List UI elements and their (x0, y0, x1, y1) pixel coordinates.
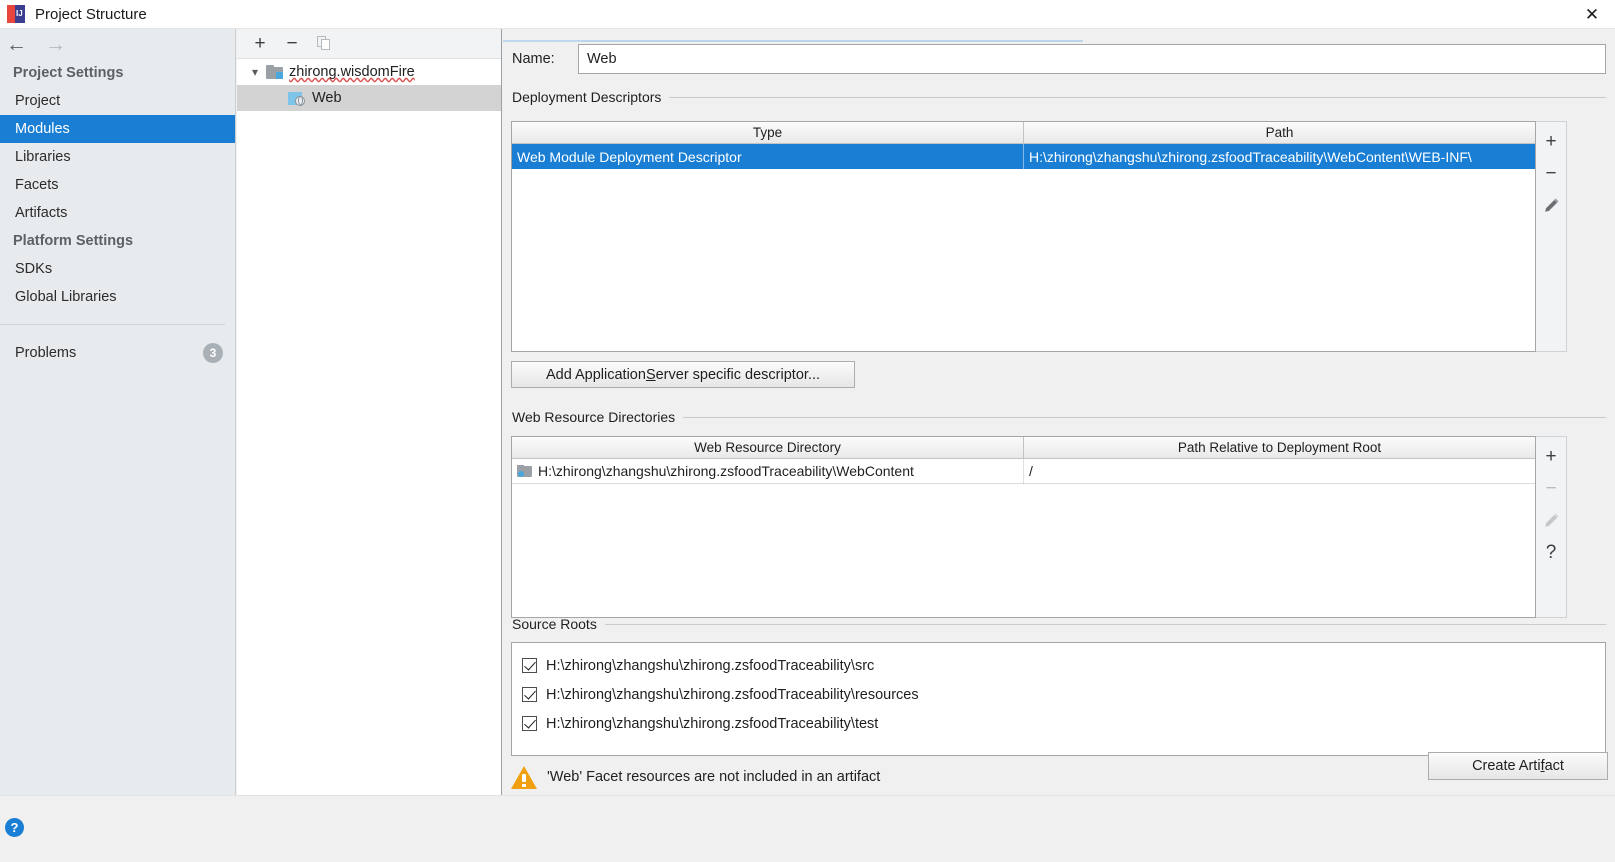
module-tree-pane: + − ▾ zhirong.wisdomFire Web (237, 29, 502, 795)
sidebar-item-libraries[interactable]: Libraries (0, 143, 235, 171)
remove-web-resource-icon: − (1545, 477, 1557, 499)
cell-directory: H:\zhirong\zhangshu\zhirong.zsfoodTracea… (512, 458, 1024, 484)
name-row: Name: (512, 44, 1606, 74)
warning-triangle-icon (511, 765, 537, 789)
sidebar-item-global-libraries[interactable]: Global Libraries (0, 283, 235, 311)
table-header: Type Path (512, 122, 1535, 144)
source-roots-caption: Source Roots (512, 616, 1606, 632)
add-descriptor-icon[interactable]: + (1538, 126, 1565, 156)
caption-rule (604, 623, 1606, 625)
add-app-server-descriptor-button[interactable]: Add Application Server specific descript… (511, 361, 855, 388)
help-question-icon[interactable]: ? (1538, 537, 1565, 567)
list-item[interactable]: H:\zhirong\zhangshu\zhirong.zsfoodTracea… (512, 651, 1605, 680)
window-title: Project Structure (35, 5, 147, 23)
problems-count-badge: 3 (203, 343, 223, 363)
help-icon[interactable]: ? (5, 818, 24, 837)
sidebar-item-problems[interactable]: Problems 3 (0, 339, 235, 367)
deployment-descriptors-toolbar: + − (1536, 121, 1567, 352)
caption-rule (683, 416, 1606, 418)
dialog-footer: ? OK Cancel Apply (0, 795, 1615, 862)
cell-path: H:\zhirong\zhangshu\zhirong.zsfoodTracea… (1029, 148, 1472, 165)
back-arrow-icon[interactable]: ← (2, 34, 31, 55)
source-root-path: H:\zhirong\zhangshu\zhirong.zsfoodTracea… (546, 715, 879, 732)
tree-node-module[interactable]: ▾ zhirong.wisdomFire (237, 59, 501, 85)
sidebar-divider (0, 324, 225, 325)
deployment-descriptors-caption: Deployment Descriptors (512, 89, 1606, 105)
facet-settings-panel: Name: Deployment Descriptors Type Path W… (503, 29, 1615, 795)
caption-text: Source Roots (512, 616, 597, 632)
list-item[interactable]: H:\zhirong\zhangshu\zhirong.zsfoodTracea… (512, 680, 1605, 709)
caption-rule (669, 96, 1606, 98)
copy-icon (317, 36, 331, 51)
chevron-down-icon[interactable]: ▾ (244, 65, 266, 79)
source-root-path: H:\zhirong\zhangshu\zhirong.zsfoodTracea… (546, 686, 919, 703)
table-header: Web Resource Directory Path Relative to … (512, 437, 1535, 459)
button-mnemonic: S (645, 366, 656, 383)
intellij-idea-icon: IJ (7, 5, 25, 23)
sidebar-group-platform-settings: Platform Settings (13, 233, 134, 249)
create-artifact-button[interactable]: Create Arti f act (1428, 752, 1608, 780)
table-row[interactable]: H:\zhirong\zhangshu\zhirong.zsfoodTracea… (512, 458, 1535, 484)
sidebar-item-artifacts[interactable]: Artifacts (0, 199, 235, 227)
project-structure-dialog: IJ Project Structure ✕ ← → Project Setti… (0, 0, 1615, 862)
button-label-prefix: Add Application (545, 366, 646, 383)
sidebar-item-modules[interactable]: Modules (0, 115, 235, 143)
top-accent-divider (503, 40, 1083, 42)
column-header-web-resource-directory[interactable]: Web Resource Directory (512, 437, 1024, 458)
sidebar-group-project-settings: Project Settings (13, 65, 124, 81)
tree-node-label: Web (312, 90, 342, 106)
remove-descriptor-icon[interactable]: − (1538, 158, 1565, 188)
navigation-arrows: ← → (0, 29, 235, 59)
web-resource-directories-toolbar: + − ? (1536, 436, 1567, 618)
name-input[interactable] (578, 44, 1606, 74)
source-root-checkbox[interactable] (522, 716, 537, 731)
problems-label: Problems (15, 345, 77, 361)
settings-sidebar: ← → Project Settings Project Modules Lib… (0, 29, 236, 795)
column-header-type[interactable]: Type (512, 122, 1024, 143)
copy-module-button (311, 32, 337, 56)
list-item[interactable]: H:\zhirong\zhangshu\zhirong.zsfoodTracea… (512, 709, 1605, 738)
name-label: Name: (512, 51, 555, 67)
forward-arrow-icon[interactable]: → (41, 34, 70, 55)
sidebar-item-sdks[interactable]: SDKs (0, 255, 235, 283)
cell-type: Web Module Deployment Descriptor (512, 144, 1024, 169)
remove-module-button[interactable]: − (279, 32, 305, 56)
cell-relative-path: / (1029, 463, 1033, 479)
close-icon[interactable]: ✕ (1569, 0, 1615, 29)
module-tree-toolbar: + − (237, 29, 501, 59)
button-label-suffix: erver specific descriptor... (655, 366, 821, 383)
warning-text: 'Web' Facet resources are not included i… (547, 769, 881, 785)
source-root-checkbox[interactable] (522, 658, 537, 673)
web-resource-directories-table[interactable]: Web Resource Directory Path Relative to … (511, 436, 1536, 618)
sidebar-item-project[interactable]: Project (0, 87, 235, 115)
source-root-checkbox[interactable] (522, 687, 537, 702)
button-label-prefix: Create Arti (1472, 758, 1541, 774)
tree-node-label: zhirong.wisdomFire (289, 64, 415, 80)
sidebar-item-facets[interactable]: Facets (0, 171, 235, 199)
title-bar: IJ Project Structure ✕ (0, 0, 1615, 29)
add-module-button[interactable]: + (247, 32, 273, 56)
column-header-path[interactable]: Path (1024, 122, 1535, 143)
edit-web-resource-icon (1538, 505, 1565, 535)
caption-text: Deployment Descriptors (512, 89, 662, 105)
module-folder-icon (266, 65, 283, 79)
add-web-resource-icon[interactable]: + (1538, 441, 1565, 471)
edit-descriptor-icon[interactable] (1538, 190, 1565, 220)
source-root-path: H:\zhirong\zhangshu\zhirong.zsfoodTracea… (546, 657, 875, 674)
cell-directory-text: H:\zhirong\zhangshu\zhirong.zsfoodTracea… (538, 463, 914, 479)
web-facet-icon (288, 91, 305, 106)
deployment-descriptors-table[interactable]: Type Path Web Module Deployment Descript… (511, 121, 1536, 352)
table-row[interactable]: Web Module Deployment Descriptor H:\zhir… (512, 144, 1535, 169)
source-roots-list[interactable]: H:\zhirong\zhangshu\zhirong.zsfoodTracea… (511, 642, 1606, 756)
button-label-suffix: act (1544, 758, 1564, 774)
tree-node-web-facet[interactable]: Web (237, 85, 501, 111)
column-header-path-relative[interactable]: Path Relative to Deployment Root (1024, 437, 1535, 458)
directory-icon (517, 464, 532, 478)
web-resource-directories-caption: Web Resource Directories (512, 409, 1606, 425)
caption-text: Web Resource Directories (512, 409, 676, 425)
